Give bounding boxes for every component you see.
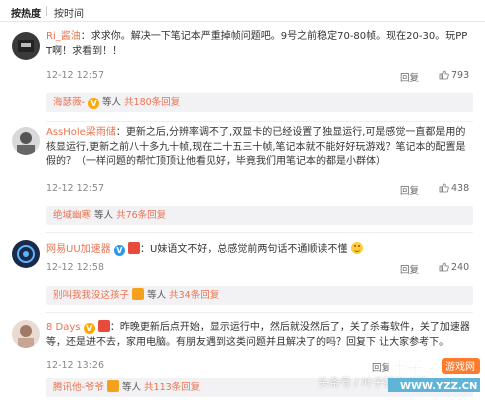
sort-divider — [46, 6, 47, 16]
like-count: 240 — [451, 262, 470, 273]
laugh-emoji-icon — [350, 242, 363, 254]
logo-sub: 游戏网 — [445, 360, 475, 373]
sub-reply-label: 等人 — [102, 97, 122, 108]
thumbs-up-icon — [439, 262, 449, 272]
divider — [46, 121, 473, 122]
sort-by-hot-tab[interactable]: 按热度 — [11, 5, 41, 20]
sub-reply-count[interactable]: 共180条回复 — [124, 97, 180, 108]
reply-button[interactable]: 回复 — [400, 262, 419, 276]
like-button[interactable]: 438 — [439, 183, 469, 194]
sub-reply-username[interactable]: 绝域幽寒 — [53, 210, 91, 221]
reply-button[interactable]: 回复 — [400, 70, 419, 84]
comment-username[interactable]: 网易UU加速器 — [46, 244, 111, 255]
medal-icon — [128, 242, 141, 254]
sub-reply-count[interactable]: 共34条回复 — [169, 290, 219, 301]
thumbs-up-icon — [439, 183, 449, 193]
comment-text: ：昨晚更新后点开始，显示运行中，然后就没然后了，关了杀毒软件，关了加速器等，还是… — [46, 322, 470, 348]
comment-username[interactable]: AssHole梁雨储 — [46, 127, 116, 138]
reply-button[interactable]: 回复 — [400, 183, 419, 197]
medal-icon — [106, 380, 119, 392]
sub-reply-count[interactable]: 共76条回复 — [116, 210, 166, 221]
comment-time: 12-12 12:57 — [46, 183, 105, 194]
sub-reply-username[interactable]: 别叫我我没这孩子 — [53, 290, 129, 301]
comment-time: 12-12 12:58 — [46, 262, 105, 273]
logo-url: WWW.YZZ.CN — [400, 381, 477, 392]
like-button[interactable]: 240 — [439, 262, 469, 273]
sub-reply-summary[interactable]: 别叫我我没这孩子 等人 共34条回复 — [46, 286, 473, 305]
logo-brand: 叶子猪 — [388, 357, 442, 379]
sub-reply-label: 等人 — [122, 382, 142, 393]
sub-reply-label: 等人 — [147, 290, 167, 301]
site-logo: 叶子猪 游戏网 WWW.YZZ.CN — [382, 352, 482, 396]
avatar[interactable] — [12, 240, 40, 268]
avatar[interactable] — [12, 32, 40, 60]
comment-content: AssHole梁雨储：更新之后,分辨率调不了,双显卡的已经设置了独显运行,可是感… — [46, 126, 473, 170]
comment-content: 8 Days V ：昨晚更新后点开始，显示运行中，然后就没然后了，关了杀毒软件，… — [46, 320, 473, 350]
sort-bar: 按热度 按时间 — [0, 0, 485, 22]
comment-item: AssHole梁雨储：更新之后,分辨率调不了,双显卡的已经设置了独显运行,可是感… — [0, 124, 485, 234]
sub-reply-label: 等人 — [94, 210, 114, 221]
like-button[interactable]: 793 — [439, 70, 469, 81]
avatar[interactable] — [12, 320, 40, 348]
sub-reply-summary[interactable]: 海瑟薇- V 等人 共180条回复 — [46, 93, 473, 112]
divider — [46, 312, 473, 313]
comment-time: 12-12 12:57 — [46, 70, 105, 81]
thumbs-up-icon — [439, 70, 449, 80]
vip-badge-icon: V — [83, 323, 95, 334]
divider — [46, 232, 473, 233]
sub-reply-username[interactable]: 腾讯他-爷爷 — [53, 382, 104, 393]
medal-icon — [97, 320, 110, 332]
vip-badge-icon: V — [87, 98, 99, 109]
comment-content: 网易UU加速器 V ：U妹语文不好，总感觉前两句话不通顺读不懂 — [46, 242, 473, 258]
medal-icon — [132, 288, 145, 300]
comment-item: Ri_酱油：求求你。解决一下笔记本严重掉帧问题吧。9号之前稳定70-80帧。现在… — [0, 30, 485, 122]
comment-item: 网易UU加速器 V ：U妹语文不好，总感觉前两句话不通顺读不懂 12-12 12… — [0, 236, 485, 314]
like-count: 438 — [451, 183, 470, 194]
comment-content: Ri_酱油：求求你。解决一下笔记本严重掉帧问题吧。9号之前稳定70-80帧。现在… — [46, 30, 473, 59]
comment-text: ：求求你。解决一下笔记本严重掉帧问题吧。9号之前稳定70-80帧。现在20-30… — [46, 31, 468, 57]
comment-time: 12-12 13:26 — [46, 360, 105, 371]
comment-username[interactable]: Ri_酱油 — [46, 31, 81, 42]
sub-reply-count[interactable]: 共113条回复 — [144, 382, 200, 393]
sub-reply-summary[interactable]: 绝域幽寒 等人 共76条回复 — [46, 206, 473, 225]
comment-username[interactable]: 8 Days — [46, 322, 81, 333]
sort-by-time-tab[interactable]: 按时间 — [54, 5, 84, 20]
sub-reply-username[interactable]: 海瑟薇- — [53, 97, 85, 108]
like-count: 793 — [451, 70, 470, 81]
avatar[interactable] — [12, 127, 40, 155]
comment-text: ：U妹语文不好，总感觉前两句话不通顺读不懂 — [140, 244, 348, 255]
verified-badge-icon: V — [113, 245, 125, 256]
